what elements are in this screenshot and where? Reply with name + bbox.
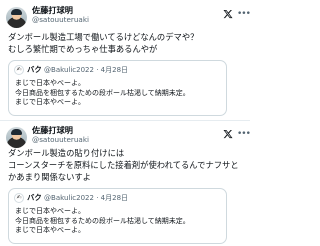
x-logo-icon bbox=[223, 9, 233, 19]
author-avatar[interactable] bbox=[6, 7, 27, 28]
quoted-post-header: バク @Bakulic2022 · 4月28日 bbox=[27, 192, 128, 203]
more-options-icon[interactable]: ••• bbox=[237, 129, 251, 139]
post-text-line: むしろ繁忙期でめっちゃ仕事あるんやが bbox=[8, 44, 158, 54]
post-text: ダンボール製造工場で働いてるけどなんのデマや？ むしろ繁忙期でめっちゃ仕事あるん… bbox=[8, 31, 246, 55]
quoted-author-name: バク bbox=[27, 65, 42, 74]
post-text-line: コーンスターチを原料にした接着剤が使われてるんでナフサと bbox=[8, 160, 239, 170]
quoted-text-line: 今日商品を梱包するための段ボール枯渇して納期未定。 bbox=[15, 88, 190, 97]
separator-dot: · bbox=[96, 194, 99, 202]
more-options-icon[interactable]: ••• bbox=[237, 9, 251, 19]
quoted-text-line: まじで日本やべーよ。 bbox=[15, 79, 85, 87]
quoted-post-date: 4月28日 bbox=[100, 194, 129, 202]
author-handle[interactable]: @satouuteruaki bbox=[32, 135, 89, 144]
quoted-post-header: バク @Bakulic2022 · 4月28日 bbox=[27, 64, 128, 75]
quoted-post-text: まじで日本やべーよ。 今日商品を梱包するための段ボール枯渇して納期未定。 まじで… bbox=[15, 207, 225, 236]
quoted-author-handle: @Bakulic2022 bbox=[44, 66, 94, 74]
post-1[interactable]: 佐藤打球明 @satouuteruaki ••• ダンボール製造工場で働いてるけ… bbox=[0, 0, 251, 122]
separator-dot: · bbox=[96, 66, 99, 74]
post-text-line: ダンボール製造の貼り付けには bbox=[8, 148, 125, 158]
quoted-text-line: 今日商品を梱包するための段ボール枯渇して納期未定。 bbox=[15, 216, 190, 225]
post-2[interactable]: 佐藤打球明 @satouuteruaki ••• ダンボール製造の貼り付けには … bbox=[0, 122, 251, 246]
author-avatar[interactable] bbox=[6, 127, 27, 148]
post-text-line: ダンボール製造工場で働いてるけどなんのデマや？ bbox=[8, 32, 199, 42]
post-text-line: かあまり関係ないすよ bbox=[8, 172, 91, 182]
quoted-post-text: まじで日本やべーよ。 今日商品を梱包するための段ボール枯渇して納期未定。 まじで… bbox=[15, 79, 225, 108]
quoted-post[interactable]: ✍ バク @Bakulic2022 · 4月28日 まじで日本やべーよ。 今日商… bbox=[8, 60, 227, 116]
x-logo-icon bbox=[223, 129, 233, 139]
post-text: ダンボール製造の貼り付けには コーンスターチを原料にした接着剤が使われてるんでナ… bbox=[8, 147, 246, 183]
quoted-post[interactable]: ✍ バク @Bakulic2022 · 4月28日 まじで日本やべーよ。 今日商… bbox=[8, 188, 227, 244]
quoted-author-avatar: ✍ bbox=[14, 193, 24, 203]
post-divider bbox=[0, 120, 250, 121]
quoted-text-line: まじで日本やべーよ。 bbox=[15, 98, 85, 107]
author-handle[interactable]: @satouuteruaki bbox=[32, 15, 89, 24]
quoted-post-date: 4月28日 bbox=[100, 66, 129, 74]
quoted-author-name: バク bbox=[27, 193, 42, 202]
quoted-author-handle: @Bakulic2022 bbox=[44, 194, 94, 202]
quoted-text-line: まじで日本やべーよ。 bbox=[15, 226, 85, 235]
quoted-text-line: まじで日本やべーよ。 bbox=[15, 207, 85, 215]
quoted-author-avatar: ✍ bbox=[14, 65, 24, 75]
